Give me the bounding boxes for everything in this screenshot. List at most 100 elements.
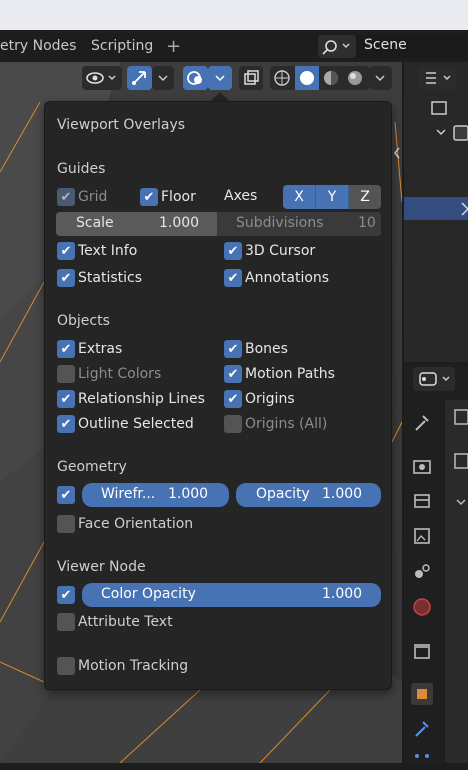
checkbox-icon: ✔ bbox=[57, 515, 75, 533]
gizmo-dropdown-button[interactable] bbox=[152, 66, 174, 90]
attribute-text-checkbox[interactable]: ✔ Attribute Text bbox=[57, 612, 173, 632]
particles-tab-icon[interactable] bbox=[411, 748, 433, 770]
modifier-tab-icon[interactable] bbox=[411, 718, 433, 740]
checkbox-icon: ✔ bbox=[57, 188, 75, 206]
subdivisions-field[interactable]: Subdivisions 10 bbox=[217, 212, 381, 236]
checkbox-icon: ✔ bbox=[57, 340, 75, 358]
motion-tracking-label: Motion Tracking bbox=[78, 658, 189, 674]
light-colors-checkbox[interactable]: ✔ Light Colors bbox=[57, 364, 161, 384]
axis-y-toggle[interactable]: Y bbox=[316, 185, 349, 209]
bones-label: Bones bbox=[245, 341, 288, 357]
wireframe-checkbox[interactable]: ✔ bbox=[57, 485, 78, 505]
scene-selector-button[interactable] bbox=[318, 35, 356, 58]
output-tab-icon[interactable] bbox=[411, 490, 433, 512]
collection-icon bbox=[436, 125, 468, 141]
viewer-node-header: Viewer Node bbox=[57, 559, 146, 575]
checkbox-icon: ✔ bbox=[140, 188, 158, 206]
shading-mode-icons bbox=[274, 66, 362, 90]
panel-icons bbox=[454, 409, 468, 506]
wireframe-slider[interactable]: Wirefr... 1.000 bbox=[82, 483, 229, 507]
render-tab-icon[interactable] bbox=[411, 455, 433, 477]
annotations-label: Annotations bbox=[245, 270, 330, 286]
collapse-arrow-icon[interactable] bbox=[392, 146, 402, 160]
window-title-bar bbox=[0, 0, 468, 30]
object-tab-icon[interactable] bbox=[411, 683, 433, 705]
annotations-checkbox[interactable]: ✔ Annotations bbox=[224, 268, 329, 288]
relationship-lines-checkbox[interactable]: ✔ Relationship Lines bbox=[57, 389, 205, 409]
xray-toggle-button[interactable] bbox=[239, 66, 263, 90]
statistics-checkbox[interactable]: ✔ Statistics bbox=[57, 268, 142, 288]
3d-cursor-checkbox[interactable]: ✔ 3D Cursor bbox=[224, 241, 315, 261]
scene-tab-icon[interactable] bbox=[411, 560, 433, 582]
statistics-label: Statistics bbox=[78, 270, 142, 286]
origins-checkbox[interactable]: ✔ Origins bbox=[224, 389, 295, 409]
scene-name: Scene bbox=[364, 37, 407, 53]
visibility-selector-button[interactable] bbox=[82, 66, 122, 90]
extras-checkbox[interactable]: ✔ Extras bbox=[57, 339, 122, 359]
checkbox-icon: ✔ bbox=[224, 390, 242, 408]
subdivisions-label: Subdivisions bbox=[236, 215, 324, 231]
checkbox-icon: ✔ bbox=[224, 269, 242, 287]
bones-checkbox[interactable]: ✔ Bones bbox=[224, 339, 288, 359]
objects-header: Objects bbox=[57, 313, 110, 329]
add-workspace-button[interactable]: + bbox=[166, 36, 181, 57]
text-info-checkbox[interactable]: ✔ Text Info bbox=[57, 241, 137, 261]
axis-z-toggle[interactable]: Z bbox=[349, 185, 381, 209]
checkbox-icon: ✔ bbox=[57, 586, 75, 604]
eye-icon bbox=[86, 72, 116, 84]
wireframe-label: Wirefr... bbox=[101, 486, 156, 502]
editor-type-button[interactable] bbox=[413, 367, 455, 391]
shading-dropdown-button[interactable] bbox=[370, 66, 392, 90]
outline-selected-checkbox[interactable]: ✔ Outline Selected bbox=[57, 414, 194, 434]
relationship-lines-label: Relationship Lines bbox=[78, 391, 205, 407]
opacity-value: 1.000 bbox=[322, 486, 363, 502]
motion-tracking-checkbox[interactable]: ✔ Motion Tracking bbox=[57, 656, 188, 676]
viewer-node-checkbox[interactable]: ✔ bbox=[57, 585, 78, 605]
outliner-display-mode-button[interactable] bbox=[418, 66, 456, 90]
axis-x-toggle[interactable]: X bbox=[283, 185, 316, 209]
text-info-label: Text Info bbox=[78, 243, 138, 259]
guides-header: Guides bbox=[57, 161, 106, 177]
opacity-slider[interactable]: Opacity 1.000 bbox=[236, 483, 381, 507]
tool-tab-icon[interactable] bbox=[411, 412, 433, 434]
overlays-dropdown-button[interactable] bbox=[208, 66, 232, 90]
shading-mode-group bbox=[270, 66, 370, 90]
outliner-row[interactable] bbox=[404, 122, 468, 145]
origins-all-checkbox[interactable]: ✔ Origins (All) bbox=[224, 414, 327, 434]
gizmo-icon bbox=[132, 71, 146, 85]
color-opacity-slider[interactable]: Color Opacity 1.000 bbox=[82, 583, 381, 607]
chevron-down-icon bbox=[215, 75, 225, 82]
scene-icon bbox=[322, 40, 350, 55]
overlays-toggle-button[interactable] bbox=[183, 66, 208, 90]
gizmo-toggle-button[interactable] bbox=[127, 66, 152, 90]
properties-editor-icon bbox=[419, 372, 450, 386]
outliner-row[interactable] bbox=[404, 97, 468, 120]
tab-scripting[interactable]: Scripting bbox=[91, 38, 153, 54]
scene-name-field[interactable]: Scene bbox=[356, 35, 468, 58]
outliner-mode-icon bbox=[426, 72, 451, 84]
checkbox-icon: ✔ bbox=[57, 269, 75, 287]
floor-label: Floor bbox=[161, 189, 196, 205]
scale-field[interactable]: Scale 1.000 bbox=[56, 212, 217, 236]
outliner-row-selected[interactable] bbox=[404, 197, 468, 220]
face-orientation-checkbox[interactable]: ✔ Face Orientation bbox=[57, 514, 193, 534]
overlays-icon bbox=[187, 71, 202, 85]
view-layer-tab-icon[interactable] bbox=[411, 525, 433, 547]
opacity-label: Opacity bbox=[256, 486, 310, 502]
floor-checkbox[interactable]: ✔ Floor bbox=[140, 187, 196, 207]
checkbox-icon: ✔ bbox=[57, 242, 75, 260]
checkbox-icon: ✔ bbox=[57, 365, 75, 383]
wireframe-value: 1.000 bbox=[168, 486, 209, 502]
motion-paths-checkbox[interactable]: ✔ Motion Paths bbox=[224, 364, 335, 384]
checkbox-icon: ✔ bbox=[57, 657, 75, 675]
grid-checkbox[interactable]: ✔ Grid bbox=[57, 187, 107, 207]
face-orientation-label: Face Orientation bbox=[78, 516, 194, 532]
world-tab-icon[interactable] bbox=[411, 596, 433, 618]
object-icon bbox=[461, 202, 468, 216]
xray-icon bbox=[244, 70, 259, 85]
tab-geometry-nodes[interactable]: etry Nodes bbox=[0, 38, 76, 54]
scale-value: 1.000 bbox=[159, 215, 200, 231]
outline-selected-label: Outline Selected bbox=[78, 416, 194, 432]
axes-toggle-group: X Y Z bbox=[283, 185, 381, 209]
collection-tab-icon[interactable] bbox=[411, 640, 433, 662]
